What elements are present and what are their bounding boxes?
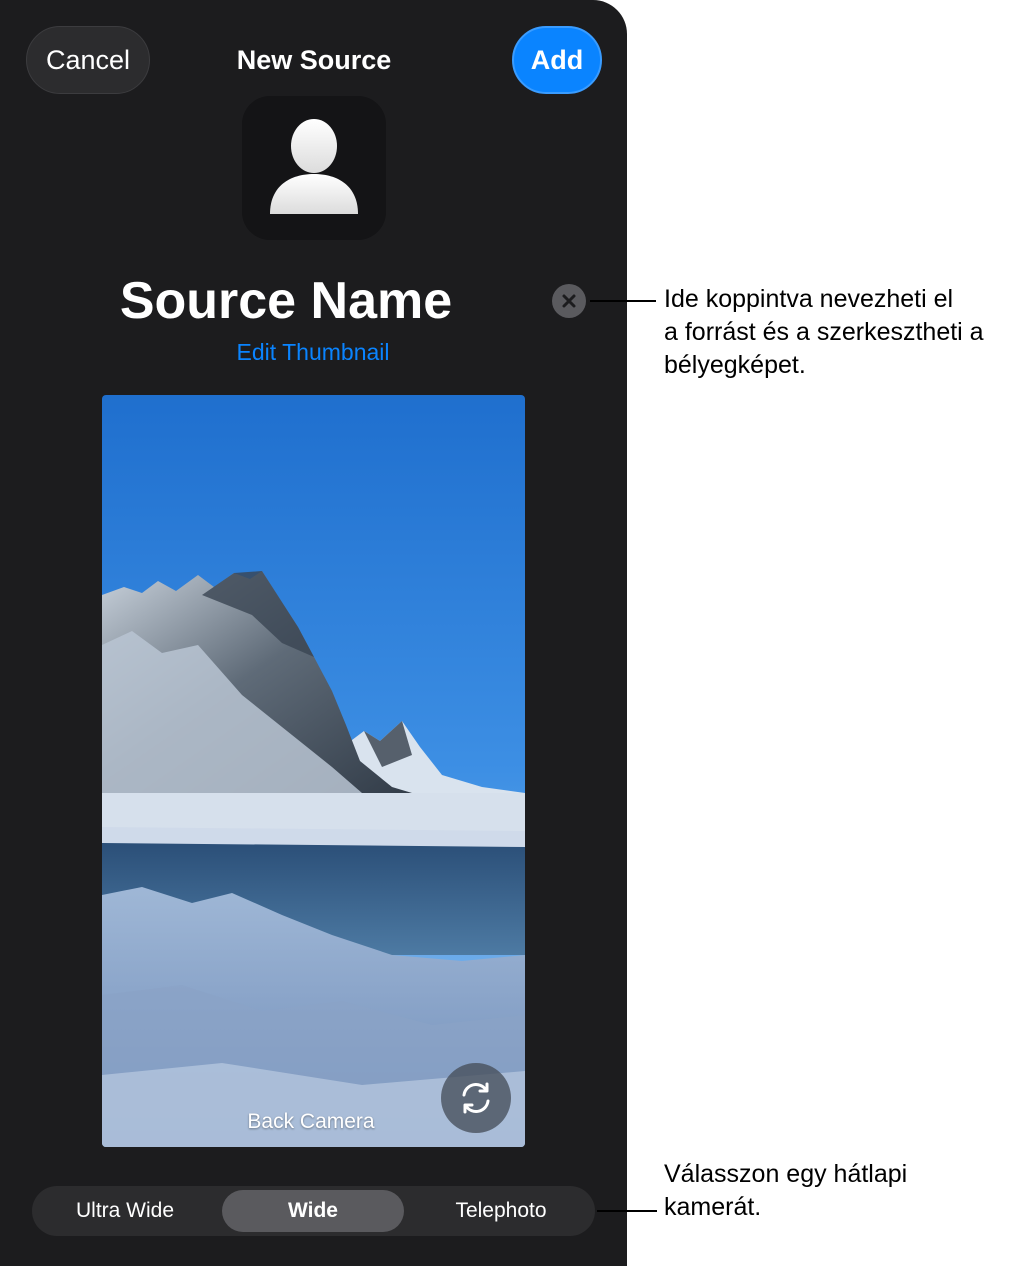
callout-camera-select: Válasszon egy hátlapi kamerát. bbox=[664, 1158, 1004, 1224]
switch-camera-button[interactable] bbox=[441, 1063, 511, 1133]
clear-name-button[interactable] bbox=[552, 284, 586, 318]
lens-selector: Ultra Wide Wide Telephoto bbox=[32, 1186, 595, 1236]
camera-name-label: Back Camera bbox=[247, 1110, 375, 1133]
thumbnail-avatar[interactable] bbox=[242, 96, 386, 240]
callout-text-line: a forrást és a szerkesztheti a bbox=[664, 318, 984, 346]
camera-preview-image bbox=[102, 395, 525, 1147]
source-name-field[interactable]: Source Name bbox=[40, 268, 532, 334]
lens-option-ultra-wide[interactable]: Ultra Wide bbox=[36, 1190, 214, 1232]
cancel-button[interactable]: Cancel bbox=[26, 26, 150, 94]
close-icon bbox=[562, 294, 576, 308]
camera-switch-icon bbox=[462, 1082, 490, 1114]
new-source-sheet: Cancel New Source Add Source Name Edit T… bbox=[0, 0, 627, 1266]
callout-text-line: Ide koppintva nevezheti el bbox=[664, 285, 954, 313]
lens-option-telephoto[interactable]: Telephoto bbox=[412, 1190, 590, 1232]
callout-text-line: Válasszon egy hátlapi bbox=[664, 1160, 908, 1188]
nav-title: New Source bbox=[236, 45, 392, 75]
callout-text-line: kamerát. bbox=[664, 1193, 762, 1221]
person-icon bbox=[270, 119, 358, 214]
callout-line-name bbox=[590, 300, 656, 302]
edit-thumbnail-link[interactable]: Edit Thumbnail bbox=[160, 337, 466, 367]
add-button[interactable]: Add bbox=[512, 26, 602, 94]
lens-option-wide[interactable]: Wide bbox=[222, 1190, 404, 1232]
callout-text-line: bélyegképet. bbox=[664, 351, 806, 379]
callout-line-camera bbox=[597, 1210, 657, 1212]
callout-name-edit: Ide koppintva nevezheti el a forrást és … bbox=[664, 283, 1004, 382]
camera-preview: Back Camera bbox=[102, 395, 525, 1147]
